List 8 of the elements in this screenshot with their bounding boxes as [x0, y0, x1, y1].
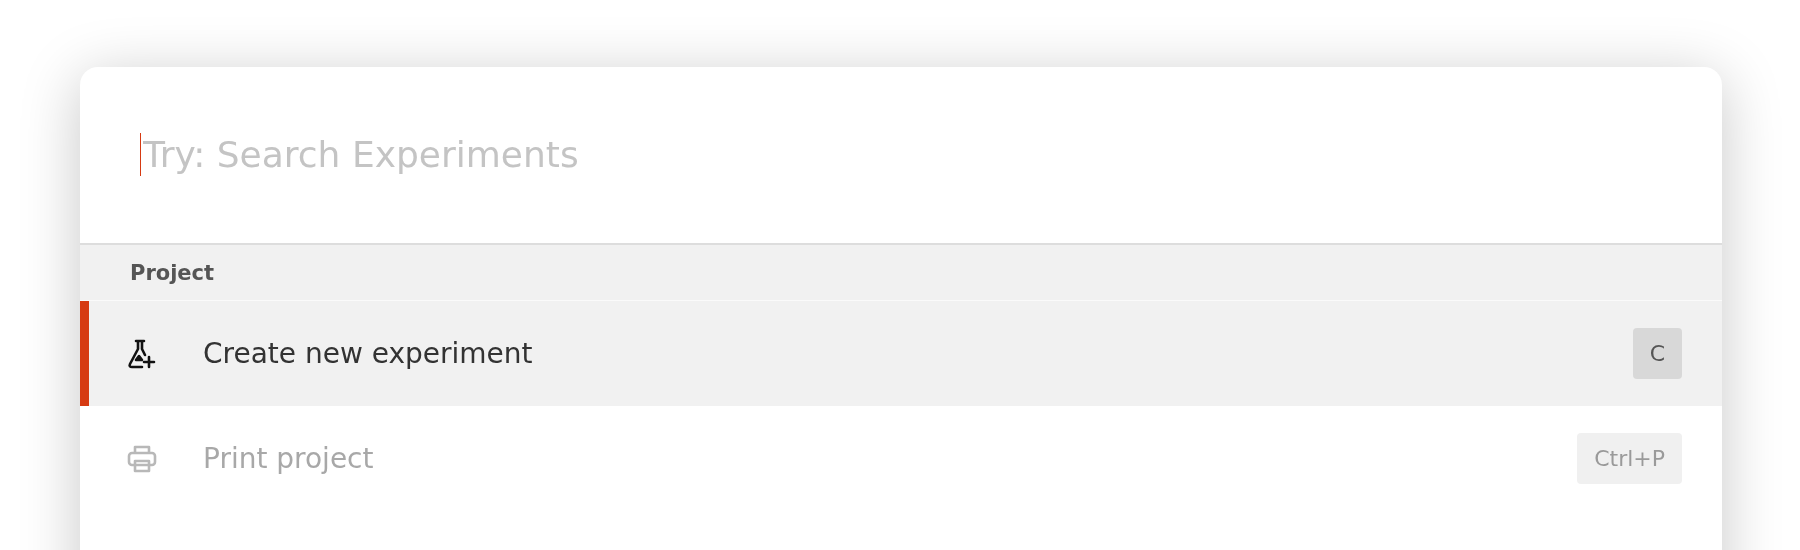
- shortcut-key: C: [1632, 328, 1682, 379]
- command-item[interactable]: Create new experiment C: [80, 301, 1722, 406]
- shortcut-key: Ctrl+P: [1577, 433, 1682, 484]
- command-label: Create new experiment: [203, 337, 534, 370]
- flask-plus-icon: [127, 337, 157, 370]
- printer-icon: [126, 443, 158, 474]
- command-label: Print project: [203, 442, 375, 475]
- section-header: Project: [130, 260, 215, 285]
